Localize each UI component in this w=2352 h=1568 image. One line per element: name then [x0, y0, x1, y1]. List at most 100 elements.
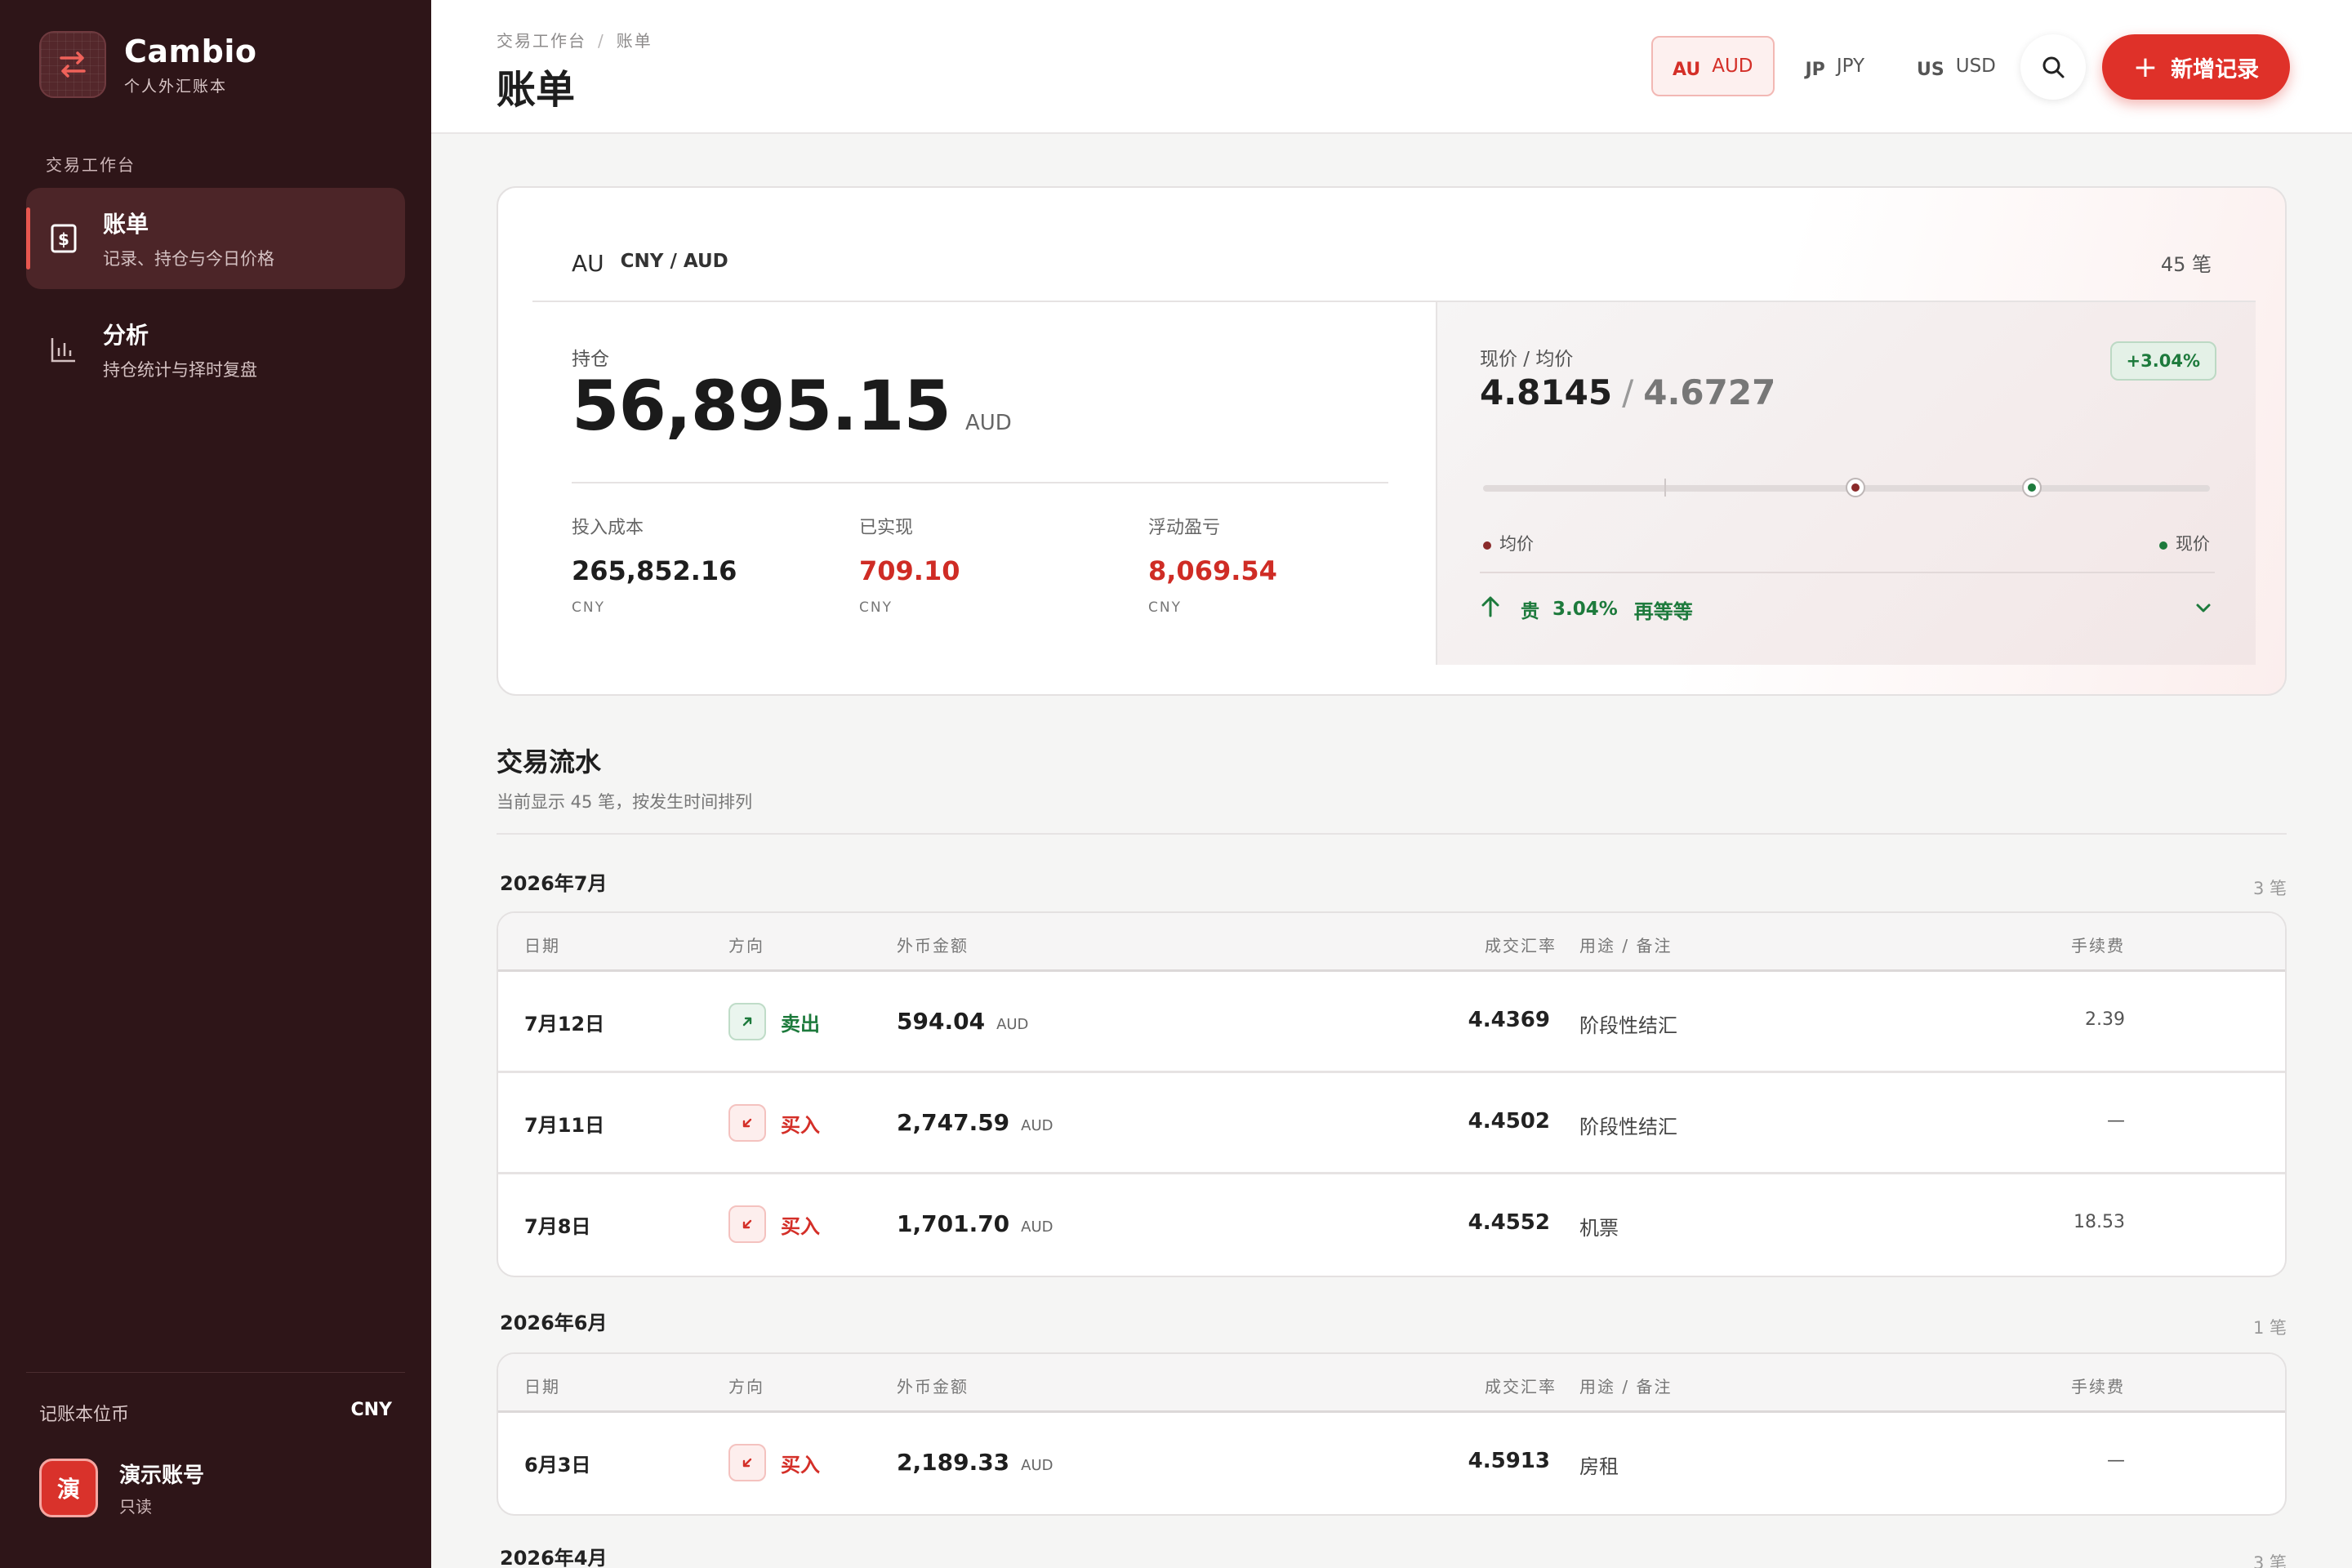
breadcrumb-item[interactable]: 交易工作台: [497, 31, 586, 51]
table-header: 日期 方向 外币金额 成交汇率 用途 / 备注 手续费: [498, 913, 2285, 972]
cell-rate: 4.4502: [1468, 1109, 1550, 1134]
metric-unit: CNY: [859, 599, 893, 616]
column-date: 日期: [524, 1377, 560, 1396]
sidebar-item-bills[interactable]: $ 账单 记录、持仓与今日价格: [26, 188, 405, 289]
cell-rate: 4.5913: [1468, 1449, 1550, 1473]
cell-fee: 18.53: [2074, 1212, 2125, 1232]
cell-date: 7月11日: [524, 1114, 605, 1137]
cell-amount: 2,189.33 AUD: [897, 1449, 1054, 1476]
month-count: 3 笔: [2252, 879, 2287, 898]
month-label: 2026年7月: [500, 872, 608, 895]
direction-label: 买入: [781, 1453, 820, 1477]
amount-unit: AUD: [996, 1016, 1029, 1033]
add-record-label: 新增记录: [2171, 56, 2260, 82]
cell-fee: —: [2107, 1450, 2125, 1471]
breadcrumb: 交易工作台 / 账单: [497, 28, 653, 51]
direction-label: 卖出: [781, 1012, 820, 1036]
search-button[interactable]: [2020, 34, 2086, 100]
brand-name: Cambio: [124, 33, 257, 69]
track-tick: [1664, 479, 1666, 497]
cell-rate: 4.4552: [1468, 1210, 1550, 1235]
month-count: 3 笔: [2252, 1553, 2287, 1568]
direction-label: 买入: [781, 1214, 820, 1238]
signal-percent: 3.04%: [1552, 599, 1618, 620]
sidebar-divider: [26, 1372, 405, 1373]
change-badge: +3.04%: [2109, 341, 2216, 381]
add-record-button[interactable]: + 新增记录: [2102, 34, 2290, 100]
cell-rate: 4.4369: [1468, 1008, 1550, 1032]
cell-note: 房租: [1579, 1455, 1619, 1478]
legend-dot: [2159, 541, 2167, 550]
price-values: 4.8145/4.6727: [1480, 372, 1775, 412]
month-label: 2026年4月: [500, 1547, 608, 1568]
sidebar-item-desc: 记录、持仓与今日价格: [103, 249, 274, 269]
amount-unit: AUD: [1021, 1218, 1054, 1236]
current-price: 4.8145: [1480, 372, 1613, 412]
cell-direction: 买入: [728, 1104, 820, 1142]
price-label: 现价 / 均价: [1480, 349, 1574, 370]
amount-value: 594.04: [897, 1008, 986, 1035]
page-header: 交易工作台 / 账单 账单 AU AUD JP JPY US USD + 新增记录: [431, 0, 2352, 134]
column-direction: 方向: [728, 1377, 764, 1396]
transactions-table: 日期 方向 外币金额 成交汇率 用途 / 备注 手续费 6月3日 买入 2,18…: [497, 1352, 2287, 1516]
month-label: 2026年6月: [500, 1312, 608, 1334]
currency-tabs: AU AUD JP JPY US USD: [1651, 36, 2027, 96]
sidebar-item-desc: 持仓统计与择时复盘: [103, 360, 257, 380]
legend-current: 现价: [2159, 531, 2210, 555]
sidebar: Cambio 个人外汇账本 交易工作台 $ 账单 记录、持仓与今日价格 分析 持…: [0, 0, 431, 1568]
tab-aud[interactable]: AU AUD: [1651, 36, 1775, 96]
timing-signal[interactable]: 贵 3.04% 再等等: [1480, 595, 1693, 624]
plus-icon: +: [2132, 50, 2158, 84]
tab-jpy[interactable]: JP JPY: [1784, 36, 1886, 96]
divider: [572, 482, 1388, 483]
table-row[interactable]: 7月12日 卖出 594.04 AUD 4.4369 阶段性结汇 2.39: [498, 972, 2285, 1073]
holding-value: 56,895.15 AUD: [572, 366, 1012, 446]
current-price-marker: [2022, 478, 2042, 497]
column-direction: 方向: [728, 936, 764, 956]
breadcrumb-separator: /: [598, 31, 605, 51]
cell-amount: 594.04 AUD: [897, 1008, 1028, 1035]
cell-direction: 卖出: [728, 1003, 820, 1040]
table-row[interactable]: 7月8日 买入 1,701.70 AUD 4.4552 机票 18.53: [498, 1174, 2285, 1276]
brand-subtitle: 个人外汇账本: [124, 77, 228, 96]
legend-average: 均价: [1483, 531, 1534, 555]
chevron-down-icon[interactable]: [2194, 598, 2213, 621]
search-icon: [2042, 56, 2065, 78]
table-row[interactable]: 6月3日 买入 2,189.33 AUD 4.5913 房租 —: [498, 1413, 2285, 1514]
arrow-down-left-icon: [728, 1205, 766, 1243]
account-info[interactable]: 演 演示账号 只读: [39, 1459, 204, 1517]
metric-floating-pnl: 浮动盈亏 8,069.54 CNY: [1148, 513, 1277, 616]
holding-amount: 56,895.15: [572, 366, 951, 446]
cell-note: 阶段性结汇: [1579, 1116, 1677, 1138]
month-count: 1 笔: [2252, 1318, 2287, 1338]
arrow-down-left-icon: [728, 1444, 766, 1481]
breadcrumb-item: 账单: [616, 31, 653, 51]
tab-usd[interactable]: US USD: [1895, 36, 2017, 96]
holding-summary-card: AU CNY / AUD 45 笔 持仓 56,895.15 AUD 投入成本 …: [497, 186, 2287, 696]
amount-unit: AUD: [1021, 1117, 1054, 1134]
price-range-track: [1483, 478, 2210, 497]
cell-direction: 买入: [728, 1205, 820, 1243]
avatar: 演: [39, 1459, 98, 1517]
transactions-table: 日期 方向 外币金额 成交汇率 用途 / 备注 手续费 7月12日 卖出 594…: [497, 911, 2287, 1277]
nav-section-label: 交易工作台: [46, 155, 136, 175]
metric-unit: CNY: [1148, 599, 1182, 616]
transactions-subtitle: 当前显示 45 笔，按发生时间排列: [497, 792, 753, 812]
column-rate: 成交汇率: [1485, 936, 1557, 956]
cell-date: 7月8日: [524, 1215, 591, 1238]
amount-value: 1,701.70: [897, 1210, 1010, 1237]
sidebar-item-analysis[interactable]: 分析 持仓统计与择时复盘: [26, 299, 405, 400]
base-currency-value: CNY: [350, 1400, 393, 1420]
amount-value: 2,747.59: [897, 1109, 1010, 1136]
account-name: 演示账号: [119, 1463, 205, 1488]
divider: [497, 833, 2287, 835]
average-price: 4.6727: [1643, 372, 1776, 412]
table-row[interactable]: 7月11日 买入 2,747.59 AUD 4.4502 阶段性结汇 —: [498, 1073, 2285, 1174]
currency-flag: US: [1917, 59, 1944, 80]
cell-note: 机票: [1579, 1217, 1619, 1240]
price-separator: /: [1622, 372, 1634, 412]
signal-action: 再等等: [1633, 599, 1693, 623]
amount-value: 2,189.33: [897, 1449, 1010, 1476]
column-date: 日期: [524, 936, 560, 956]
brand[interactable]: Cambio 个人外汇账本: [39, 31, 256, 98]
